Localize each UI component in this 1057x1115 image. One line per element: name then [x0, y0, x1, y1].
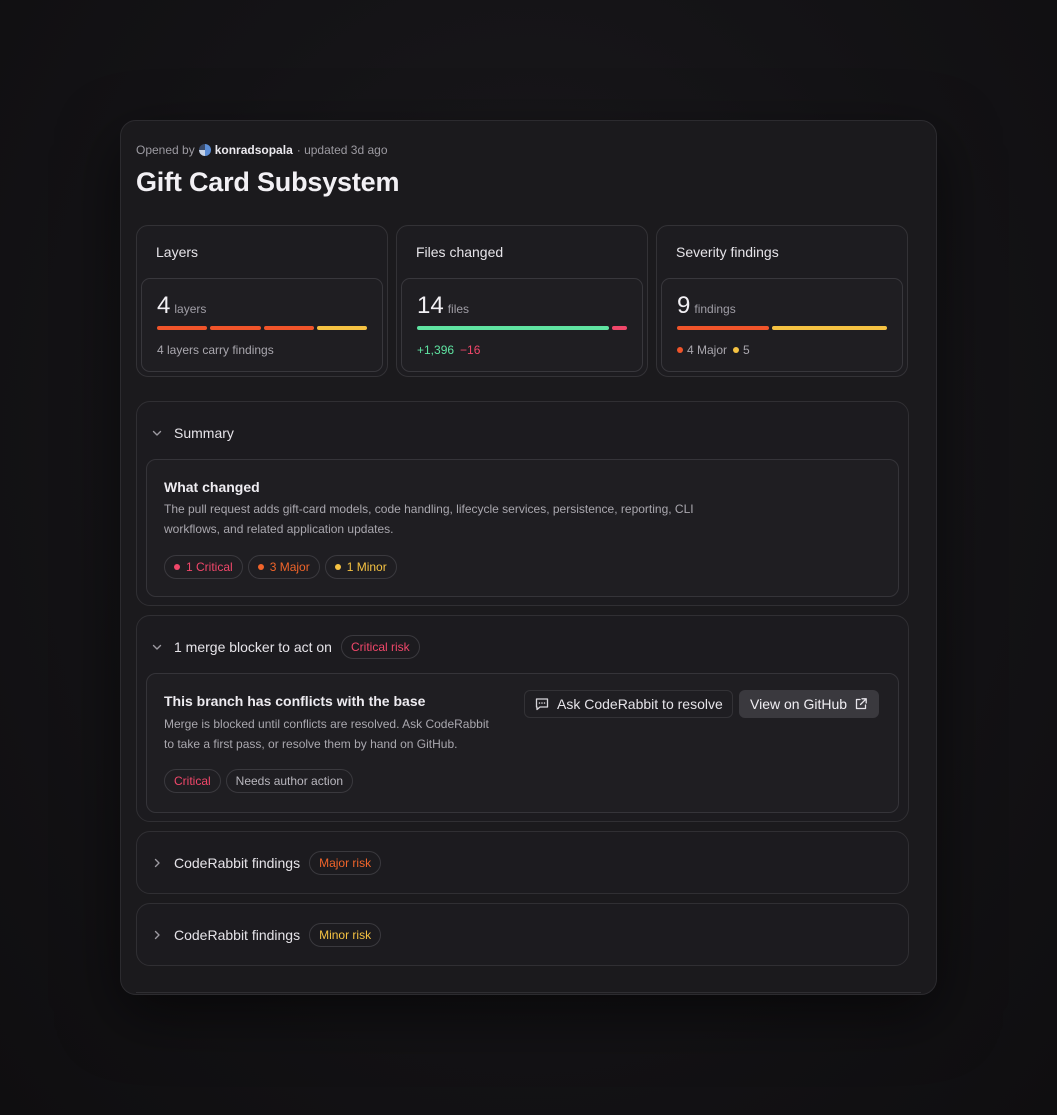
minor-bar-segment	[771, 326, 887, 330]
findings-minor-section: CodeRabbit findings Minor risk	[136, 903, 909, 966]
summary-section: Summary What changed The pull request ad…	[136, 401, 909, 606]
major-legend-label: 4 Major	[687, 343, 728, 357]
what-changed-line-2: workflows, and related application updat…	[164, 522, 394, 536]
severity-dot-icon	[174, 564, 180, 570]
merge-blocker-toggle[interactable]: 1 merge blocker to act on Critical risk	[152, 616, 420, 678]
conflict-line-2: to take a first pass, or resolve them by…	[164, 737, 458, 751]
additions-count: +1,396	[417, 343, 455, 357]
findings-major-toggle[interactable]: CodeRabbit findings Major risk	[152, 832, 382, 894]
layers-stat-body: 4 layers 4 layers carry findings	[141, 278, 383, 372]
layers-stat-card: Layers 4 layers 4 layers carry findings	[136, 225, 388, 377]
what-changed-text: The pull request adds gift-card models, …	[164, 499, 694, 539]
summary-heading: Summary	[174, 425, 234, 441]
minor-legend: 5	[733, 343, 750, 357]
author-avatar	[198, 144, 211, 156]
findings-minor-heading: CodeRabbit findings	[174, 927, 301, 943]
conflict-title: This branch has conflicts with the base	[164, 693, 426, 709]
findings-minor-toggle[interactable]: CodeRabbit findings Minor risk	[152, 904, 382, 966]
merge-blocker-heading: 1 merge blocker to act on	[174, 639, 332, 655]
opened-by-label: Opened by	[136, 143, 195, 157]
divider	[136, 992, 921, 993]
severity-stat-label: Severity findings	[676, 244, 779, 260]
pr-overview-card: Opened by konradsopala · updated 3d ago …	[120, 120, 937, 995]
layers-unit: layers	[174, 302, 207, 316]
view-on-github-label: View on GitHub	[750, 696, 848, 712]
major-risk-pill: Major risk	[309, 851, 382, 875]
external-link-icon	[854, 697, 868, 711]
files-count: 14	[417, 292, 444, 319]
ask-coderabbit-label: Ask CodeRabbit to resolve	[557, 696, 723, 712]
severity-stat-card: Severity findings 9 findings 4 Major 5	[656, 225, 908, 377]
files-stat-body: 14 files +1,396 −16	[401, 278, 643, 372]
severity-badges: 1 Critical 3 Major 1 Minor	[164, 555, 397, 579]
additions-bar-segment	[417, 326, 609, 330]
conflict-box: This branch has conflicts with the base …	[146, 673, 899, 813]
what-changed-line-1: The pull request adds gift-card models, …	[164, 502, 694, 516]
files-footer: +1,396 −16	[417, 343, 480, 357]
deletions-bar-segment	[612, 326, 627, 330]
page-title: Gift Card Subsystem	[136, 167, 400, 197]
updated-label: · updated 3d ago	[296, 143, 388, 157]
pr-meta: Opened by konradsopala · updated 3d ago	[136, 143, 388, 157]
files-unit: files	[447, 302, 470, 316]
author-name[interactable]: konradsopala	[215, 143, 293, 157]
files-stat-card: Files changed 14 files +1,396 −16	[396, 225, 648, 377]
conflict-line-1: Merge is blocked until conflicts are res…	[164, 717, 489, 731]
critical-risk-pill: Critical risk	[340, 635, 420, 659]
findings-major-heading: CodeRabbit findings	[174, 855, 301, 871]
blocker-tag: Critical	[164, 769, 221, 793]
severity-bar	[677, 326, 887, 330]
what-changed-box: What changed The pull request adds gift-…	[146, 459, 899, 597]
conflict-text: Merge is blocked until conflicts are res…	[164, 714, 489, 754]
layer-bar-segment	[210, 326, 261, 330]
view-on-github-button[interactable]: View on GitHub	[739, 690, 880, 718]
severity-badge: 1 Critical	[164, 555, 243, 579]
minor-dot-icon	[733, 347, 740, 353]
chevron-right-icon	[152, 858, 162, 868]
layer-bar-segment	[157, 326, 208, 330]
ask-coderabbit-button[interactable]: Ask CodeRabbit to resolve	[524, 690, 733, 718]
layers-bar	[157, 326, 367, 330]
severity-badge-label: 3 Major	[269, 560, 310, 574]
chevron-down-icon	[152, 642, 162, 652]
severity-badge: 1 Minor	[324, 555, 397, 579]
minor-legend-label: 5	[743, 343, 750, 357]
layers-count: 4	[157, 292, 171, 319]
merge-blocker-section: 1 merge blocker to act on Critical risk …	[136, 615, 909, 822]
comment-icon	[534, 696, 550, 712]
minor-risk-pill: Minor risk	[309, 923, 382, 947]
chevron-right-icon	[152, 930, 162, 940]
summary-toggle[interactable]: Summary	[152, 402, 234, 464]
major-dot-icon	[677, 347, 683, 353]
findings-major-section: CodeRabbit findings Major risk	[136, 831, 909, 894]
major-legend: 4 Major	[677, 343, 727, 357]
severity-stat-body: 9 findings 4 Major 5	[661, 278, 903, 372]
diff-bar	[417, 326, 627, 330]
what-changed-title: What changed	[164, 479, 260, 495]
severity-footer: 4 Major 5	[677, 343, 750, 357]
severity-dot-icon	[257, 564, 264, 570]
files-stat-label: Files changed	[416, 244, 504, 260]
findings-count: 9	[677, 292, 691, 319]
layers-stat-label: Layers	[156, 244, 199, 260]
severity-dot-icon	[334, 564, 341, 570]
deletions-count: −16	[460, 343, 481, 357]
blocker-tag: Needs author action	[225, 769, 354, 793]
major-bar-segment	[677, 326, 769, 330]
severity-badge-label: 1 Minor	[346, 560, 387, 574]
layers-footer: 4 layers carry findings	[157, 343, 274, 357]
severity-badge-label: 1 Critical	[186, 560, 233, 574]
blocker-tags: Critical Needs author action	[164, 769, 354, 793]
severity-badge: 3 Major	[247, 555, 320, 579]
layer-bar-segment	[316, 326, 367, 330]
chevron-down-icon	[152, 428, 162, 438]
layer-bar-segment	[263, 326, 314, 330]
findings-unit: findings	[694, 302, 736, 316]
